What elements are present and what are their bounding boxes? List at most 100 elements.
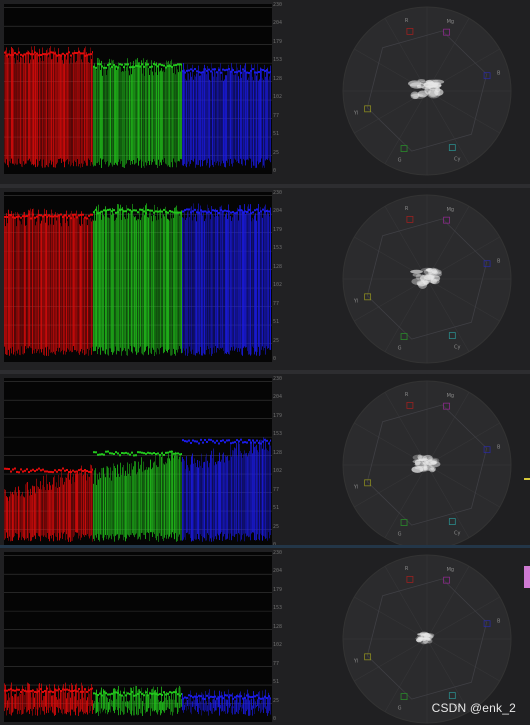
waveform-column [98,57,99,162]
waveform-peak [204,698,206,701]
waveform-peak [262,697,264,700]
waveform-peak [161,452,163,455]
waveform-peak [226,68,228,71]
waveform-peak [244,697,246,700]
waveform-column [56,53,57,165]
waveform-column [204,64,205,161]
waveform-column [19,61,20,164]
waveform-column [103,215,104,351]
waveform-column [244,204,245,347]
waveform-column [101,468,102,535]
waveform-column [162,702,163,711]
waveform-column [221,459,222,533]
waveform-column [9,496,10,537]
waveform-column [60,477,61,539]
waveform-column [209,689,210,711]
waveform-peak [86,690,88,693]
waveform-peak [4,467,6,470]
waveform-peak [167,451,169,454]
waveform-column [135,216,136,352]
waveform-peak [127,452,129,455]
waveform-column [194,458,195,539]
waveform-peak [24,53,26,56]
waveform-peak [90,688,92,691]
waveform-peak [62,688,64,691]
waveform-column [112,60,113,167]
waveform-column [101,219,102,348]
waveform-column [263,79,264,166]
waveform-peak [14,216,16,219]
waveform-column [72,214,73,353]
waveform-column [13,697,14,712]
waveform-peak [86,54,88,57]
waveform-column [148,467,149,534]
waveform-column [168,219,169,350]
waveform-column [41,683,42,708]
waveform-column [262,448,263,541]
waveform-column [93,66,94,167]
scope-panel-1: 0 25 51 77 102 128 153 179 204 230 R Mg B Cy G Yl [0,0,530,184]
waveform-column [169,695,170,709]
waveform-column [40,223,41,350]
waveform-column [50,224,51,353]
waveform-column [246,71,247,160]
waveform-column [266,706,267,714]
waveform-column [107,70,108,161]
waveform-column [35,493,36,539]
waveform-column [81,682,82,710]
waveform-column [235,448,236,535]
waveform-peak [262,440,264,443]
waveform-column [70,213,71,351]
waveform-column [140,698,141,714]
waveform-column [131,210,132,352]
waveform-column [81,211,82,350]
waveform-column [67,53,68,160]
waveform-column [58,214,59,352]
waveform-peak [26,468,28,471]
waveform-peak [64,688,66,691]
waveform-column [168,454,169,539]
waveform-column [66,698,67,715]
waveform-column [54,47,55,168]
waveform-peak [88,689,90,692]
waveform-column [118,685,119,716]
waveform-peak [99,453,101,456]
waveform-column [256,75,257,168]
waveform-column [212,458,213,538]
waveform-column [35,225,36,349]
waveform-column [183,63,184,166]
waveform-column [114,466,115,542]
waveform-column [55,51,56,168]
waveform-column [81,465,82,538]
waveform-column [68,46,69,165]
waveform-peak [149,66,151,69]
waveform-column [27,482,28,539]
waveform-peak [38,467,40,470]
waveform-column [4,54,5,163]
waveform-column [204,703,205,713]
waveform-column [233,706,234,709]
waveform-column [71,483,72,542]
waveform-column [269,441,270,539]
waveform-peak [198,694,200,697]
waveform-column [120,66,121,164]
waveform-column [155,689,156,711]
waveform-column [167,62,168,167]
waveform-peak [198,211,200,214]
waveform-column [202,693,203,711]
waveform-column [264,449,265,537]
waveform-column [268,213,269,349]
waveform-peak [270,439,271,442]
waveform-peak [46,53,48,56]
waveform-peak [190,695,192,698]
waveform-column [25,484,26,539]
waveform-column [255,213,256,352]
waveform-column [144,470,145,535]
waveform-column [31,697,32,711]
waveform-column [192,453,193,541]
waveform-column [239,205,240,352]
waveform-column [57,487,58,541]
waveform-peak [88,53,90,56]
waveform-peak [12,468,14,471]
vectorscope: R MgBCyGYl [342,6,512,176]
